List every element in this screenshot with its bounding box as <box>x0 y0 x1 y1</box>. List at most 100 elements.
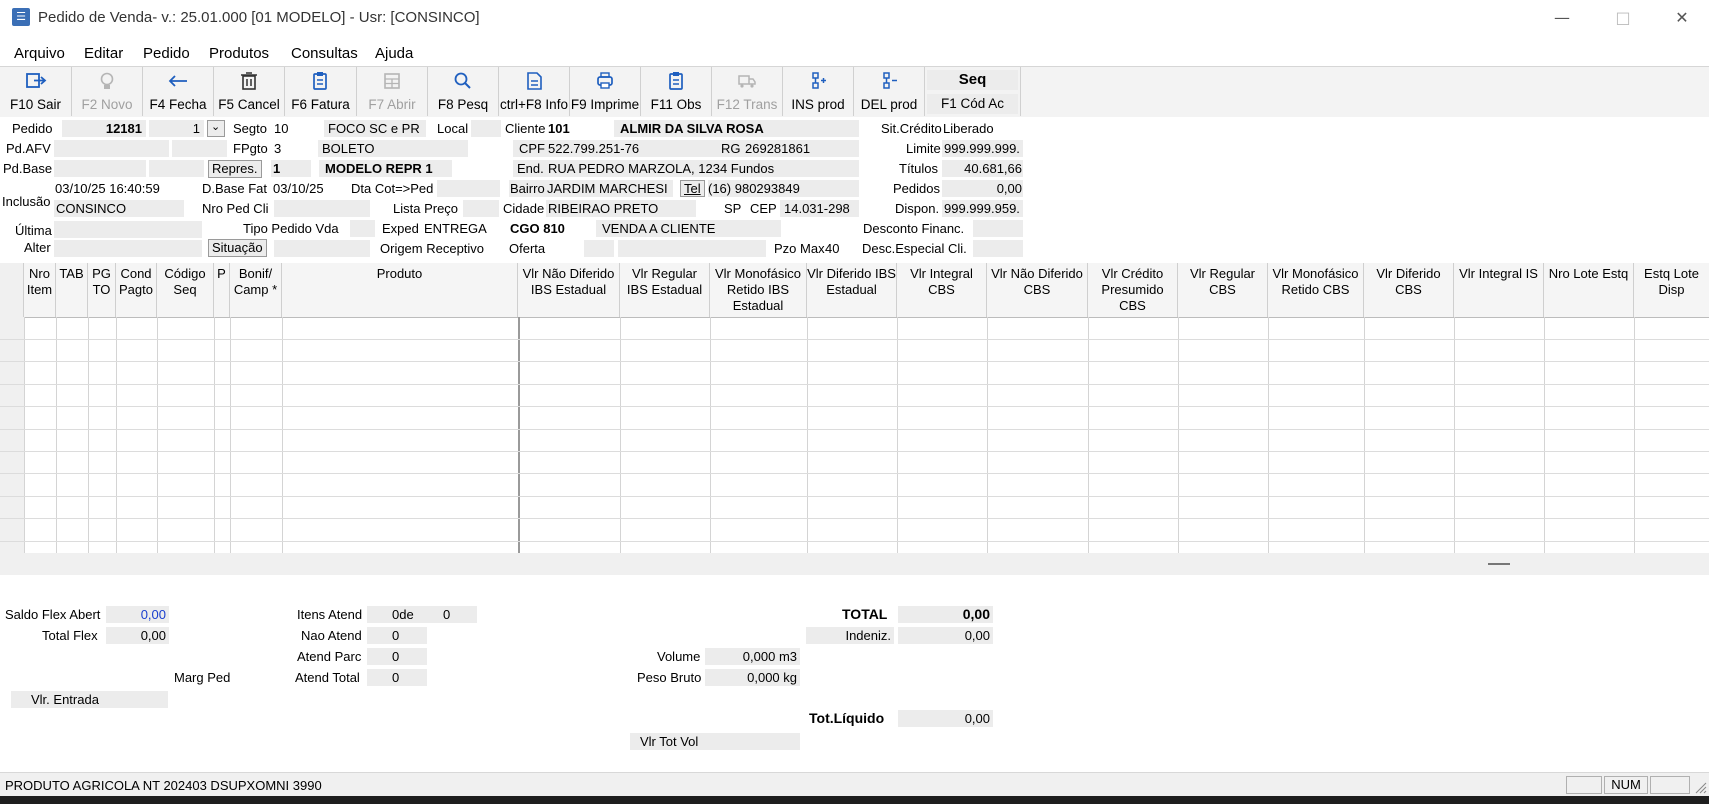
end-field[interactable]: End. RUA PEDRO MARZOLA, 1234 Fundos <box>513 160 859 177</box>
insert-product-button[interactable]: INS prod <box>783 67 854 116</box>
delete-product-button[interactable]: DEL prod <box>854 67 925 116</box>
close-order-button[interactable]: F4 Fecha <box>143 67 214 116</box>
obs-button-label: F11 Obs <box>650 97 702 112</box>
info-button[interactable]: ctrl+F8 Info <box>499 67 570 116</box>
desc-especial-field[interactable] <box>973 240 1023 257</box>
col-vlr-credito-presumido-cbs[interactable]: Vlr Crédito Presumido CBS <box>1088 263 1178 317</box>
menu-consultas[interactable]: Consultas <box>291 45 358 62</box>
seq-button[interactable]: Seq F1 Cód Ac <box>925 67 1021 116</box>
nao-atend-label: Nao Atend <box>301 628 362 643</box>
pedidos-field[interactable]: 0,00 <box>942 180 1023 197</box>
col-vlr-monofasico-cbs[interactable]: Vlr Monofásico Retido CBS <box>1268 263 1364 317</box>
oferta-desc-field[interactable] <box>618 240 766 257</box>
cliente-label: Cliente <box>505 121 546 136</box>
menu-pedido[interactable]: Pedido <box>143 45 190 62</box>
col-vlr-nao-diferido-cbs[interactable]: Vlr Não Diferido CBS <box>987 263 1088 317</box>
tipo-field[interactable] <box>350 220 375 237</box>
menu-ajuda[interactable]: Ajuda <box>375 45 413 62</box>
exped-label: Exped <box>382 221 419 236</box>
situacao-button[interactable]: Situação <box>208 239 267 257</box>
pdbase-field[interactable] <box>54 160 146 177</box>
dtacot-label: Dta Cot=>Ped <box>351 181 434 196</box>
col-vlr-regular-cbs[interactable]: Vlr Regular CBS <box>1178 263 1268 317</box>
oferta-field[interactable] <box>584 240 614 257</box>
col-cond-pagto[interactable]: Cond Pagto <box>116 263 157 317</box>
maximize-button[interactable]: □ <box>1601 4 1645 32</box>
minimize-button[interactable]: — <box>1540 4 1584 32</box>
resize-grip-icon[interactable] <box>1694 781 1707 794</box>
cep-field[interactable]: 14.031-298 <box>780 200 859 217</box>
cgo-name-field[interactable]: VENDA A CLIENTE <box>596 220 781 237</box>
col-estq-lote-disp[interactable]: Estq Lote Disp <box>1634 263 1709 317</box>
listapreco-field[interactable] <box>463 200 499 217</box>
repres-name-field[interactable]: MODELO REPR 1 <box>319 160 452 177</box>
menu-arquivo[interactable]: Arquivo <box>14 45 65 62</box>
dispon-field[interactable]: 999.999.959. <box>942 200 1023 217</box>
cpf-rg-field[interactable]: CPF 522.799.251-76 RG 269281861 <box>513 140 859 157</box>
tel-field[interactable]: (16) 980293849 <box>708 180 859 197</box>
repres-button[interactable]: Repres. <box>208 160 262 178</box>
pdbase-label: Pd.Base <box>3 161 53 176</box>
titulos-field[interactable]: 40.681,66 <box>942 160 1023 177</box>
pdbase-aux-field[interactable] <box>149 160 204 177</box>
col-p[interactable]: P <box>214 263 230 317</box>
col-codigo-seq[interactable]: Código Seq <box>157 263 214 317</box>
open-button[interactable]: F7 Abrir <box>357 67 428 116</box>
status-bar: PRODUTO AGRICOLA NT 202403 DSUPXOMNI 399… <box>0 772 1709 797</box>
col-bonif-camp[interactable]: Bonif/ Camp * <box>230 263 282 317</box>
app-icon[interactable]: ☰ <box>12 8 30 26</box>
scrollbar-thumb[interactable] <box>1488 563 1510 565</box>
col-vlr-regular-ibs[interactable]: Vlr Regular IBS Estadual <box>620 263 710 317</box>
cancel-button[interactable]: F5 Cancel <box>214 67 285 116</box>
col-produto[interactable]: Produto <box>282 263 518 317</box>
cidade-field[interactable]: RIBEIRAO PRETO <box>546 200 696 217</box>
indeniz-value: 0,00 <box>898 627 993 644</box>
segto-name-field[interactable]: FOCO SC e PR <box>324 120 426 137</box>
pdafv-field[interactable] <box>54 140 169 157</box>
col-vlr-diferido-cbs[interactable]: Vlr Diferido CBS <box>1364 263 1454 317</box>
col-vlr-integral-is[interactable]: Vlr Integral IS <box>1454 263 1544 317</box>
inclusao-user-field[interactable]: CONSINCO <box>54 200 184 217</box>
pedido-seq-dropdown[interactable]: ⌄ <box>207 120 225 137</box>
alter-field[interactable] <box>54 240 202 257</box>
cliente-name-field[interactable]: ALMIR DA SILVA ROSA <box>614 120 859 137</box>
col-vlr-monofasico-ibs[interactable]: Vlr Monofásico Retido IBS Estadual <box>710 263 807 317</box>
menu-produtos[interactable]: Produtos <box>209 45 269 62</box>
col-nro-item[interactable]: Nro Item <box>24 263 56 317</box>
menu-editar[interactable]: Editar <box>84 45 123 62</box>
ultima-field[interactable] <box>54 221 202 238</box>
obs-button[interactable]: F11 Obs <box>641 67 712 116</box>
tel-button[interactable]: Tel <box>680 180 705 197</box>
print-button[interactable]: F9 Imprime <box>570 67 641 116</box>
grid-row-line <box>0 339 1709 340</box>
limite-field[interactable]: 999.999.999. <box>942 140 1023 157</box>
fpgto-name-field[interactable]: BOLETO <box>318 140 468 157</box>
col-nro-lote-estq[interactable]: Nro Lote Estq <box>1544 263 1634 317</box>
search-icon <box>454 72 471 89</box>
pedido-seq-field[interactable]: 1 <box>149 120 204 137</box>
grid-corner <box>0 263 24 317</box>
repres-code-field[interactable]: 1 <box>271 160 311 177</box>
col-vlr-diferido-ibs[interactable]: Vlr Diferido IBS Estadual <box>807 263 897 317</box>
pdafv-aux-field[interactable] <box>172 140 227 157</box>
search-button[interactable]: F8 Pesq <box>428 67 499 116</box>
transport-button[interactable]: F12 Trans <box>712 67 783 116</box>
items-grid[interactable]: Nro Item TAB PG TO Cond Pagto Código Seq… <box>0 263 1709 564</box>
invoice-button[interactable]: F6 Fatura <box>285 67 357 116</box>
situacao-field[interactable] <box>274 240 370 257</box>
local-field[interactable] <box>471 120 501 137</box>
new-button[interactable]: F2 Novo <box>72 67 143 116</box>
col-vlr-integral-cbs[interactable]: Vlr Integral CBS <box>897 263 987 317</box>
col-vlr-nao-diferido-ibs[interactable]: Vlr Não Diferido IBS Estadual <box>518 263 620 317</box>
close-button[interactable]: ✕ <box>1660 4 1704 32</box>
col-pg-to[interactable]: PG TO <box>88 263 116 317</box>
pedido-field[interactable]: 12181 <box>62 120 146 137</box>
dtacot-field[interactable] <box>437 180 500 197</box>
bairro-field[interactable]: Bairro JARDIM MARCHESI <box>509 180 673 197</box>
col-tab[interactable]: TAB <box>56 263 88 317</box>
nroped-field[interactable] <box>274 200 370 217</box>
exit-button[interactable]: F10 Sair <box>0 67 72 116</box>
pedidos-value: 0,00 <box>996 181 1022 196</box>
desconto-field[interactable] <box>973 220 1023 237</box>
horizontal-scrollbar[interactable] <box>0 553 1709 575</box>
